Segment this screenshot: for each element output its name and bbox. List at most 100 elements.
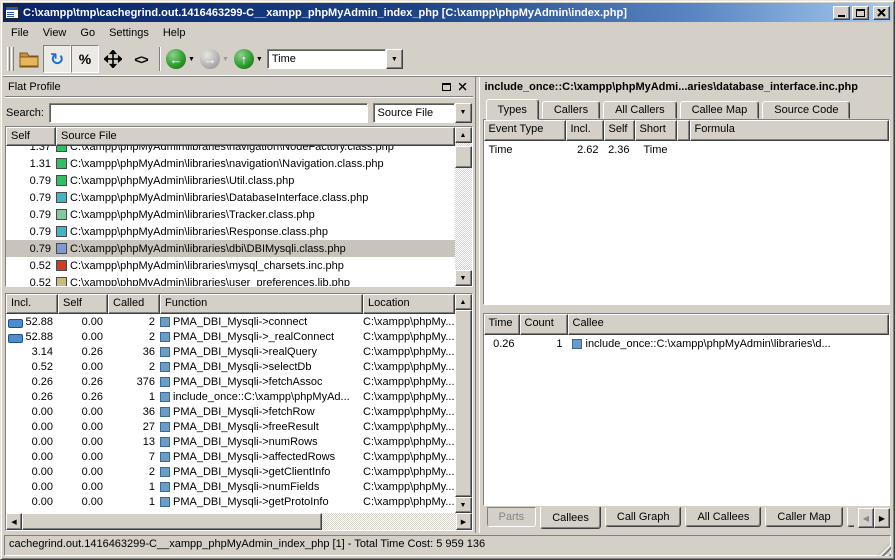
menu-item[interactable]: File (4, 24, 36, 42)
minimize-button[interactable] (833, 6, 850, 20)
file-list-vscrollbar[interactable]: ▲ ▼ (455, 127, 472, 286)
forward-button[interactable]: → ▼ (199, 45, 233, 73)
source-file-row[interactable]: 0.79 C:\xampp\phpMyAdmin\libraries\Datab… (6, 189, 455, 206)
scrollbar-thumb[interactable] (455, 310, 472, 497)
toolbar-grip[interactable] (7, 47, 10, 71)
detail-splitter[interactable] (483, 305, 891, 313)
column-header-self[interactable]: Self (6, 127, 56, 146)
column-header-count[interactable]: Count (520, 314, 568, 335)
callee-row[interactable]: 0.26 1 include_once::C:\xampp\phpMyAdmin… (484, 335, 890, 352)
maximize-button[interactable] (852, 6, 869, 20)
menu-item[interactable]: View (36, 24, 74, 42)
scrollbar-track[interactable] (322, 513, 456, 530)
function-row[interactable]: 0.00 0.00 7 PMA_DBI_Mysqli->affectedRows… (6, 449, 455, 464)
source-file-row[interactable]: 1.31 C:\xampp\phpMyAdmin\libraries\navig… (6, 155, 455, 172)
event-type-combo[interactable]: Time ▼ (267, 49, 403, 69)
function-row[interactable]: 0.00 0.00 27 PMA_DBI_Mysqli->freeResult … (6, 419, 455, 434)
toolbar-grip[interactable] (11, 47, 14, 71)
bottom-tab[interactable]: Parts (487, 507, 537, 527)
detail-tab[interactable]: All Callers (603, 101, 677, 119)
source-file-row[interactable]: 1.37 C:\xampp\phpMyAdmin\libraries\navig… (6, 146, 455, 155)
scrollbar-thumb[interactable] (22, 513, 322, 530)
column-header-event-type[interactable]: Event Type (484, 120, 566, 141)
function-row[interactable]: 0.52 0.00 2 PMA_DBI_Mysqli->selectDb C:\… (6, 359, 455, 374)
scrollbar-thumb[interactable] (455, 146, 472, 168)
function-row[interactable]: 0.00 0.00 13 PMA_DBI_Mysqli->numRows C:\… (6, 434, 455, 449)
function-row[interactable]: 0.00 0.00 1 PMA_DBI_Mysqli->numFields C:… (6, 479, 455, 494)
detail-tab[interactable]: Callee Map (680, 101, 760, 119)
expand-areas-button[interactable] (99, 45, 127, 73)
dock-float-button[interactable] (440, 81, 453, 93)
column-header-time[interactable]: Time (484, 314, 520, 335)
event-type-combo-arrow[interactable]: ▼ (386, 49, 403, 69)
function-row[interactable]: 0.00 0.00 2 PMA_DBI_Mysqli->getClientInf… (6, 464, 455, 479)
bottom-tab[interactable]: Callees (540, 507, 601, 529)
function-row[interactable]: 52.88 0.00 2 PMA_DBI_Mysqli->_realConnec… (6, 329, 455, 344)
bottom-tab[interactable]: All Callees (685, 507, 761, 527)
column-header-short[interactable]: Short (635, 120, 677, 141)
column-header-self[interactable]: Self (58, 294, 108, 314)
scroll-left-icon: ◀ (863, 514, 869, 523)
dock-close-button[interactable] (457, 81, 470, 93)
column-header-source-file[interactable]: Source File (56, 127, 455, 146)
source-file-row[interactable]: 0.79 C:\xampp\phpMyAdmin\libraries\dbi\D… (6, 240, 455, 257)
event-type-row[interactable]: Time 2.62 2.36 Time (484, 141, 890, 158)
group-combo[interactable]: Source File ▼ (373, 103, 472, 123)
up-button[interactable]: ↑ ▼ (233, 45, 267, 73)
status-text: cachegrind.out.1416463299-C__xampp_phpMy… (4, 535, 891, 556)
bottom-tab[interactable]: Caller Map (765, 507, 842, 527)
source-file-row[interactable]: 0.79 C:\xampp\phpMyAdmin\libraries\Util.… (6, 172, 455, 189)
close-button[interactable] (873, 6, 890, 20)
group-combo-arrow[interactable]: ▼ (455, 103, 472, 123)
scroll-right-button[interactable]: ▶ (456, 513, 472, 530)
back-button[interactable]: ← ▼ (165, 45, 199, 73)
refresh-cycle-icon: ↻ (50, 51, 64, 68)
title-bar[interactable]: C:\xampp\tmp\cachegrind.out.1416463299-C… (3, 3, 892, 22)
detail-tab[interactable]: Types (486, 99, 539, 120)
detail-tab[interactable]: Source Code (762, 101, 850, 119)
detail-tab[interactable]: Callers (542, 101, 600, 119)
function-row[interactable]: 0.00 0.00 1 PMA_DBI_Mysqli->getProtoInfo… (6, 494, 455, 509)
column-header-called[interactable]: Called (108, 294, 160, 314)
called-count-cell: 2 (108, 316, 160, 328)
function-list-vscrollbar[interactable]: ▲ ▼ (455, 294, 472, 513)
search-input[interactable] (49, 103, 368, 123)
scroll-left-button[interactable]: ◀ (6, 513, 22, 530)
column-header-function[interactable]: Function (160, 294, 363, 314)
scroll-up-button[interactable]: ▲ (455, 294, 472, 310)
scroll-up-button[interactable]: ▲ (455, 127, 472, 143)
function-row[interactable]: 52.88 0.00 2 PMA_DBI_Mysqli->connect C:\… (6, 314, 455, 329)
column-header-callee[interactable]: Callee (568, 314, 890, 335)
location-cell: C:\xampp\phpMy... (363, 496, 455, 508)
scroll-down-button[interactable]: ▼ (455, 270, 472, 286)
function-list-hscrollbar[interactable]: ◀ ▶ (6, 513, 472, 530)
source-file-row[interactable]: 0.79 C:\xampp\phpMyAdmin\libraries\Respo… (6, 223, 455, 240)
shorten-templates-button[interactable]: <> (127, 45, 155, 73)
menu-item[interactable]: Settings (102, 24, 156, 42)
function-row[interactable]: 0.00 0.00 36 PMA_DBI_Mysqli->fetchRow C:… (6, 404, 455, 419)
cycle-percentage-button[interactable]: ↻ (43, 45, 71, 73)
column-header-formula[interactable]: Formula (690, 120, 890, 141)
column-header-empty[interactable] (677, 120, 690, 141)
function-icon (160, 347, 170, 357)
tab-scroll-left-button[interactable]: ◀ (858, 508, 874, 528)
menu-item[interactable]: Help (156, 24, 193, 42)
source-file-row[interactable]: 0.79 C:\xampp\phpMyAdmin\libraries\Track… (6, 206, 455, 223)
tab-scroll-right-button[interactable]: ▶ (874, 508, 890, 528)
menu-item[interactable]: Go (73, 24, 102, 42)
bottom-tab[interactable]: Machine Code (847, 507, 854, 527)
dock-title-bar[interactable]: Flat Profile (5, 78, 473, 95)
function-row[interactable]: 3.14 0.26 36 PMA_DBI_Mysqli->realQuery C… (6, 344, 455, 359)
source-file-row[interactable]: 0.52 C:\xampp\phpMyAdmin\libraries\user_… (6, 274, 455, 286)
column-header-incl[interactable]: Incl. (566, 120, 604, 141)
scroll-down-button[interactable]: ▼ (455, 497, 472, 513)
function-row[interactable]: 0.26 0.26 376 PMA_DBI_Mysqli->fetchAssoc… (6, 374, 455, 389)
function-row[interactable]: 0.26 0.26 1 include_once::C:\xampp\phpMy… (6, 389, 455, 404)
source-file-row[interactable]: 0.52 C:\xampp\phpMyAdmin\libraries\mysql… (6, 257, 455, 274)
open-file-button[interactable] (15, 45, 43, 73)
column-header-self[interactable]: Self (604, 120, 635, 141)
column-header-incl[interactable]: Incl. (6, 294, 58, 314)
relative-percent-toggle[interactable]: % (71, 45, 99, 73)
bottom-tab[interactable]: Call Graph (605, 507, 682, 527)
column-header-location[interactable]: Location (363, 294, 455, 314)
